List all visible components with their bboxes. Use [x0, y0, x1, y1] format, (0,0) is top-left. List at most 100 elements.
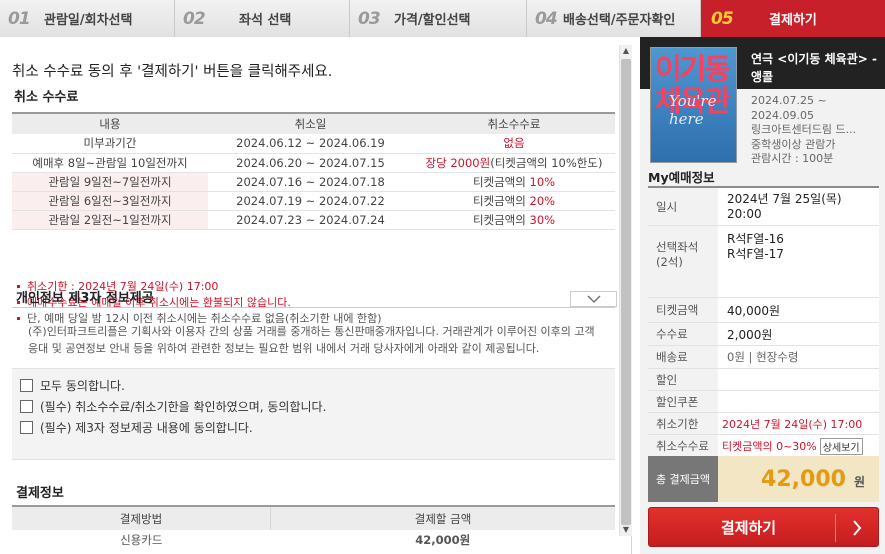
row-content: 미부과기간 — [12, 134, 208, 154]
coupon-label: 할인쿠폰 — [648, 391, 718, 412]
step-1-label: 관람일/회차선택 — [44, 13, 133, 28]
booking-row-seats: 선택좌석 (2석) R석F열-16 R석F열-17 — [648, 226, 879, 298]
row-content: 관람일 6일전~3일전까지 — [12, 191, 208, 211]
privacy-title: 개인정보 제3자 정보제공 — [16, 291, 154, 306]
row-fee-prefix: 티켓금액의 — [472, 174, 530, 189]
row-fee: 티켓금액의 10% — [413, 172, 615, 192]
poster-decoration: You're here — [669, 92, 717, 128]
agree-cancel-fee-row[interactable]: (필수) 취소수수료/취소기한을 확인하였으며, 동의합니다. — [20, 398, 326, 415]
row-fee-value: 없음 — [503, 136, 525, 151]
booking-row-cancel-fee: 취소수수료 티켓금액의 0~30% 상세보기 — [648, 435, 879, 458]
left-panel-scrollbar[interactable]: ▲ ▼ — [619, 45, 632, 536]
step-4-number: 04 — [535, 8, 558, 29]
cancel-fee-header-date: 취소일 — [208, 112, 413, 134]
pay-button[interactable]: 결제하기 — [648, 507, 879, 547]
privacy-expand-button[interactable] — [570, 291, 617, 307]
step-5-number: 05 — [711, 8, 734, 29]
step-5-active[interactable]: 05 결제하기 — [701, 0, 885, 37]
privacy-text: (주)인터파크트리플은 기획사와 이용자 간의 상품 거래를 중개하는 통신판매… — [28, 325, 595, 355]
row-fee-value: 10% — [529, 174, 556, 189]
cancel-fee-label: 취소수수료 — [648, 435, 718, 457]
total-unit: 원 — [853, 474, 865, 489]
row-fee-value: 장당 2000원 — [425, 155, 491, 170]
scroll-up-arrow-icon[interactable]: ▲ — [620, 45, 632, 57]
row-content: 관람일 9일전~7일전까지 — [12, 172, 208, 192]
show-title: 연극 <이기동 체육관> - 앵콜 — [751, 52, 877, 84]
date-label: 일시 — [648, 188, 718, 225]
step-5-label: 결제하기 — [769, 13, 817, 28]
table-row: 관람일 6일전~3일전까지 2024.07.19 ~ 2024.07.22 티켓… — [12, 191, 615, 211]
row-content: 예매후 8일~관람일 10일전까지 — [12, 153, 208, 173]
scrollbar-thumb[interactable] — [621, 59, 631, 525]
show-period-end: 2024.09.05 — [751, 108, 814, 122]
row-content: 관람일 2일전~1일전까지 — [12, 210, 208, 230]
payment-amount-header: 결제할 금액 — [270, 505, 615, 530]
step-3[interactable]: 03 가격/할인선택 — [350, 0, 527, 37]
cancel-fee-value: 티켓금액의 0~30% — [722, 440, 817, 453]
fee-value: 2,000원 — [727, 327, 773, 342]
agree-third-party-checkbox[interactable] — [20, 421, 33, 434]
instruction-text: 취소 수수료 동의 후 '결제하기' 버튼을 클릭해주세요. — [12, 64, 333, 80]
privacy-text-box[interactable]: (주)인터파크트리플은 기획사와 이용자 간의 상품 거래를 중개하는 통신판매… — [12, 307, 615, 363]
row-date: 2024.06.12 ~ 2024.06.19 — [208, 134, 413, 154]
table-row: 미부과기간 2024.06.12 ~ 2024.06.19 없음 — [12, 134, 615, 154]
table-row: 예매후 8일~관람일 10일전까지 2024.06.20 ~ 2024.07.1… — [12, 153, 615, 173]
step-4[interactable]: 04 배송선택/주문자확인 — [527, 0, 701, 37]
row-fee-note: (티켓금액의 10%한도) — [490, 155, 603, 170]
seat-count: (2석) — [656, 255, 683, 269]
booking-summary-panel: 이기동 체육관 You're here 연극 <이기동 체육관> - 앵콜 20… — [640, 37, 885, 554]
pay-button-label: 결제하기 — [720, 518, 777, 537]
row-date: 2024.07.19 ~ 2024.07.22 — [208, 191, 413, 211]
poster-title-line1: 이기동 — [655, 52, 731, 86]
row-fee-value: 20% — [529, 193, 556, 208]
show-runtime: 관람시간 : 100분 — [751, 152, 834, 165]
agree-third-party-label: (필수) 제3자 정보제공 내용에 동의합니다. — [40, 421, 253, 435]
step-1[interactable]: 01 관람일/회차선택 — [0, 0, 175, 37]
discount-value — [718, 369, 879, 390]
step-3-number: 03 — [358, 8, 381, 29]
booking-row-delivery: 배송료 0원 | 현장수령 — [648, 346, 879, 369]
row-fee: 티켓금액의 30% — [413, 210, 615, 230]
booking-row-deadline: 취소기한 2024년 7월 24일(수) 17:00 — [648, 413, 879, 435]
date-value: 2024년 7월 25일(목) 20:00 — [727, 191, 842, 221]
detail-view-button[interactable]: 상세보기 — [819, 437, 863, 455]
chevron-right-icon — [853, 520, 862, 536]
total-amount-row: 총 결제금액 42,000 원 — [648, 456, 879, 502]
seat-label: 선택좌석 — [656, 240, 699, 254]
show-poster: 이기동 체육관 You're here — [650, 47, 737, 163]
show-venue: 링크아트센터드림 드... — [751, 123, 857, 136]
step-2-label: 좌석 선택 — [239, 13, 292, 28]
step-2[interactable]: 02 좌석 선택 — [175, 0, 350, 37]
total-label: 총 결제금액 — [648, 456, 718, 502]
row-fee-value: 30% — [529, 212, 556, 227]
seat-item: R석F열-16 — [727, 232, 784, 246]
cancel-fee-title: 취소 수수료 — [14, 90, 79, 105]
booking-row-coupon: 할인쿠폰 — [648, 391, 879, 413]
row-fee: 장당 2000원(티켓금액의 10%한도) — [413, 153, 615, 173]
chevron-down-icon — [587, 295, 601, 303]
booking-row-date: 일시 2024년 7월 25일(목) 20:00 — [648, 188, 879, 226]
agree-third-party-row[interactable]: (필수) 제3자 정보제공 내용에 동의합니다. — [20, 419, 253, 436]
my-booking-title: My예매정보 — [648, 170, 715, 185]
agree-cancel-fee-checkbox[interactable] — [20, 400, 33, 413]
payment-method: 신용카드 — [120, 533, 163, 547]
agree-all-row[interactable]: 모두 동의합니다. — [20, 377, 125, 394]
scroll-down-arrow-icon[interactable]: ▼ — [620, 524, 632, 536]
table-row: 관람일 2일전~1일전까지 2024.07.23 ~ 2024.07.24 티켓… — [12, 210, 615, 230]
row-date: 2024.07.23 ~ 2024.07.24 — [208, 210, 413, 230]
cancel-fee-value-group: 티켓금액의 0~30% 상세보기 — [718, 435, 879, 457]
seat-item: R석F열-17 — [727, 247, 784, 261]
show-period-start: 2024.07.25 ~ — [751, 94, 827, 107]
price-value: 40,000원 — [727, 303, 781, 318]
delivery-value: 0원 | 현장수령 — [727, 350, 799, 364]
total-amount: 42,000 — [761, 466, 846, 492]
row-date: 2024.07.16 ~ 2024.07.18 — [208, 172, 413, 192]
row-fee: 없음 — [413, 134, 615, 154]
step-3-label: 가격/할인선택 — [394, 13, 471, 28]
discount-label: 할인 — [648, 369, 718, 390]
agree-all-checkbox[interactable] — [20, 379, 33, 392]
agreement-box: 모두 동의합니다. (필수) 취소수수료/취소기한을 확인하였으며, 동의합니다… — [12, 368, 615, 460]
agree-cancel-fee-label: (필수) 취소수수료/취소기한을 확인하였으며, 동의합니다. — [40, 400, 327, 414]
payment-info-title: 결제정보 — [16, 486, 64, 501]
cancel-fee-header-fee: 취소수수료 — [413, 112, 615, 134]
